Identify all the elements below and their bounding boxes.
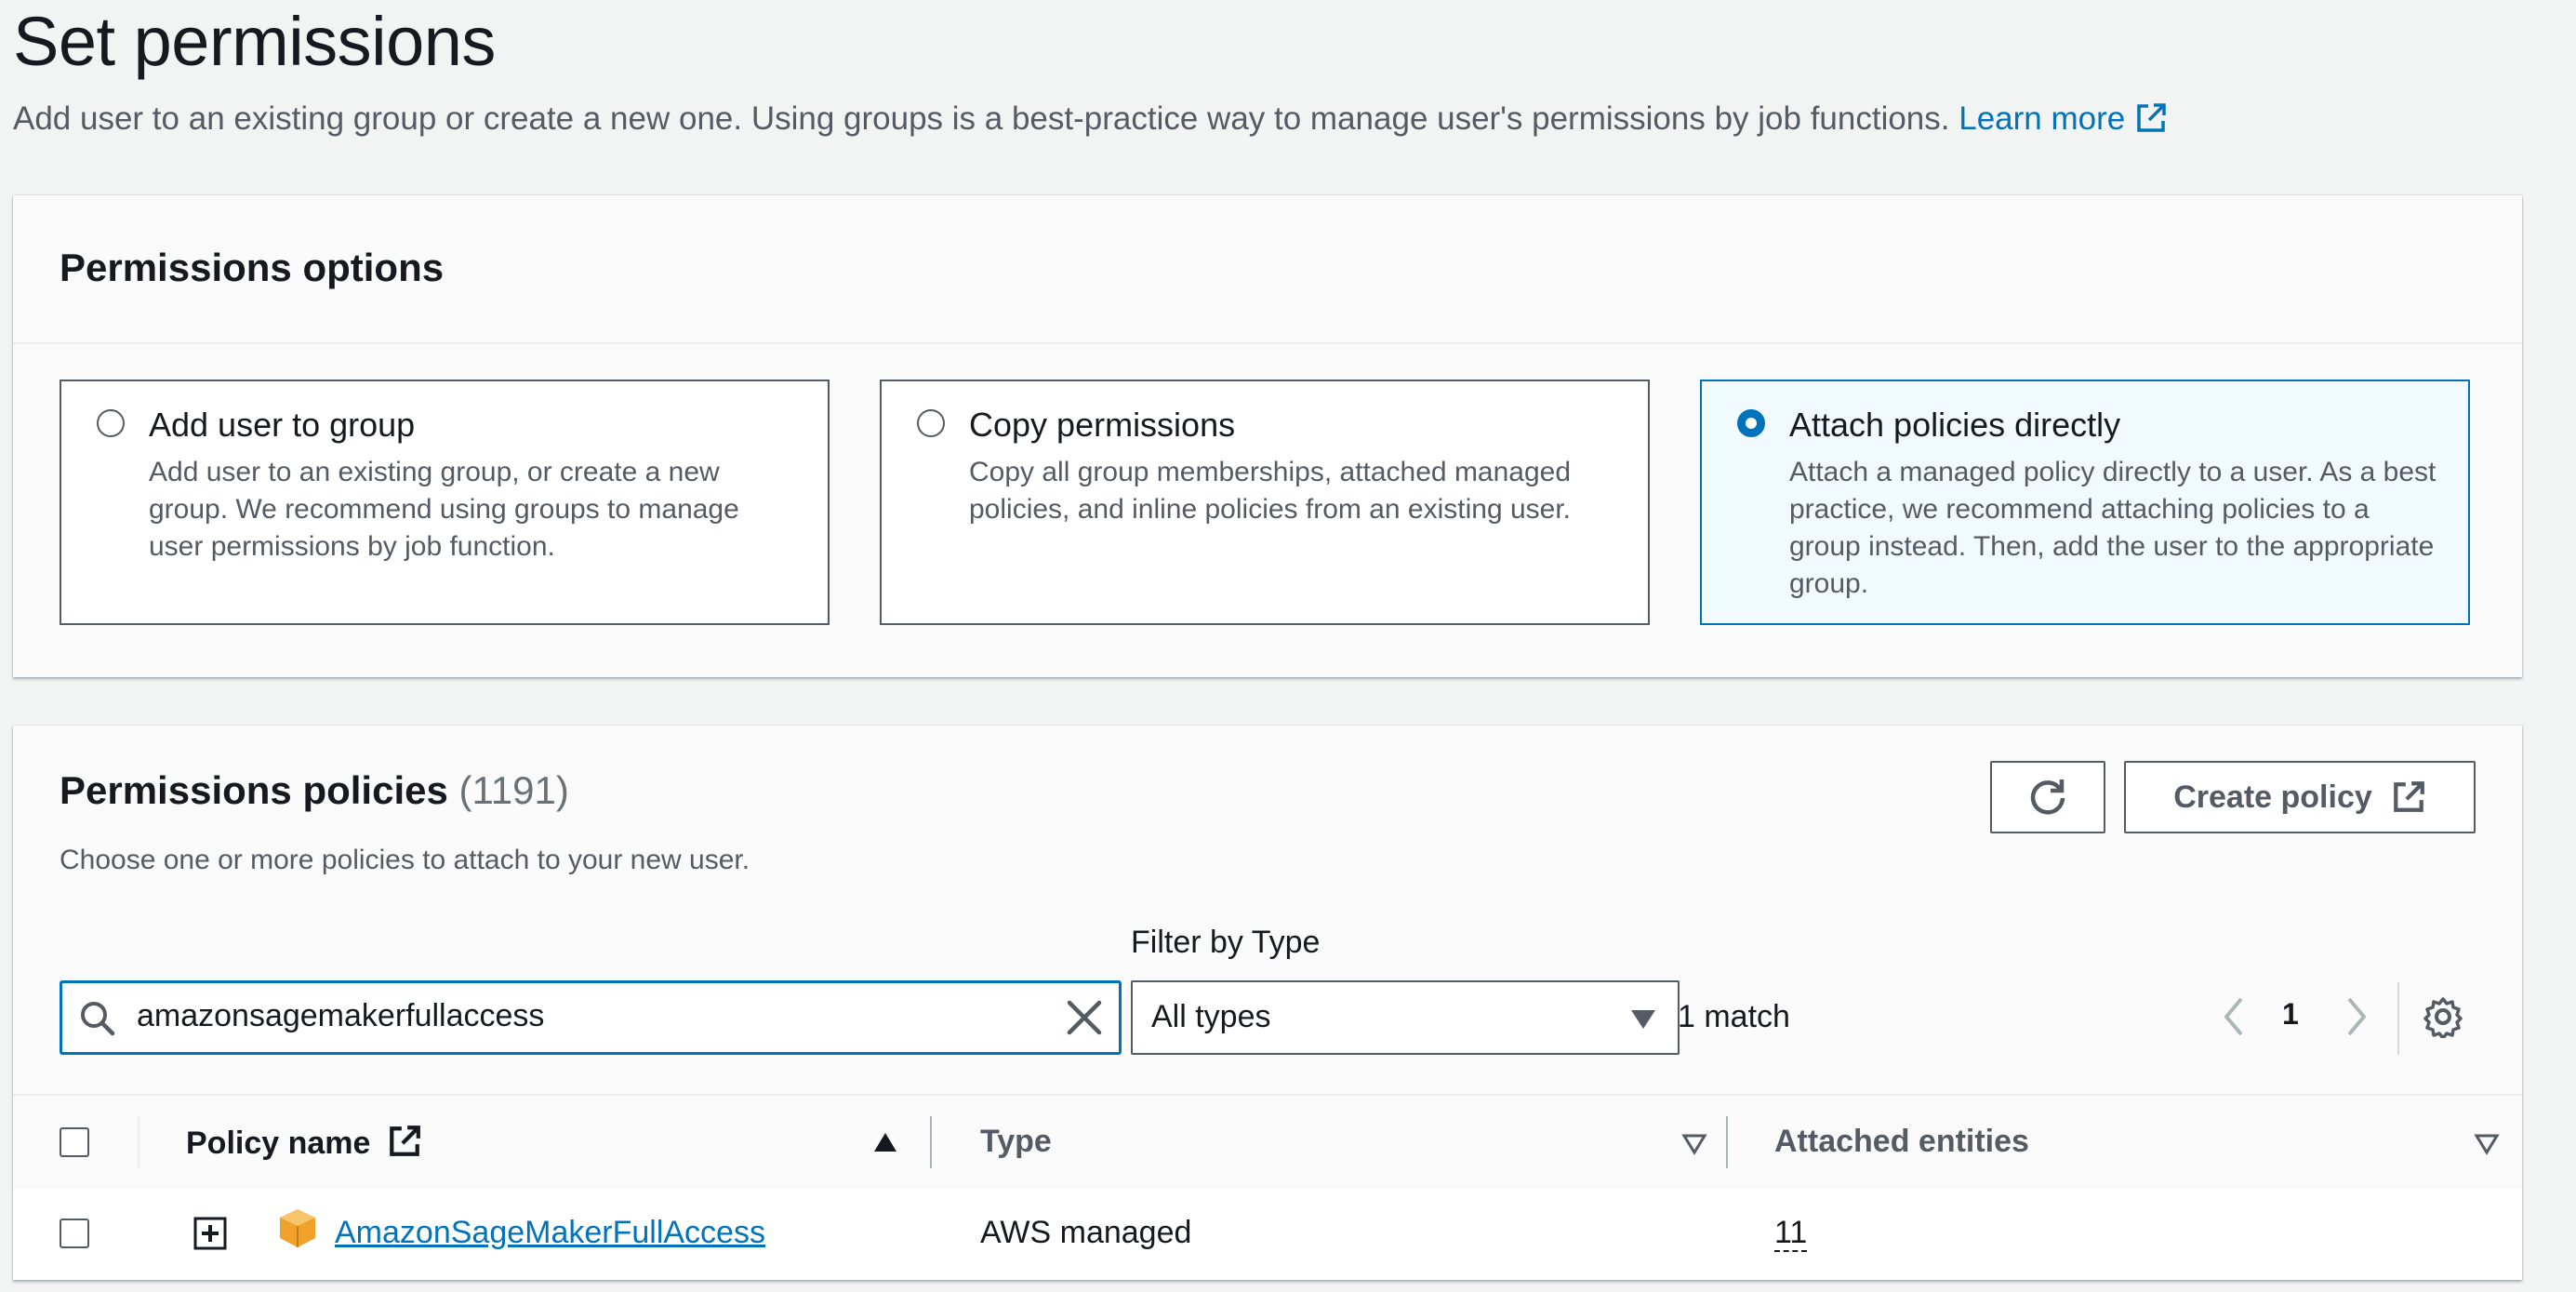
select-all-checkbox[interactable] xyxy=(60,1127,89,1157)
row-checkbox[interactable] xyxy=(60,1219,89,1248)
pager-divider xyxy=(2397,982,2399,1055)
policy-type: AWS managed xyxy=(980,1215,1192,1250)
search-value: amazonsagemakerfullaccess xyxy=(137,998,545,1033)
aws-policy-icon xyxy=(280,1209,315,1247)
option-add-user-to-group[interactable]: Add user to group Add user to an existin… xyxy=(60,380,830,625)
option-copy-permissions[interactable]: Copy permissions Copy all group membersh… xyxy=(880,380,1650,625)
option-description: Copy all group memberships, attached man… xyxy=(969,457,1572,525)
create-policy-label: Create policy xyxy=(2173,779,2372,815)
column-divider[interactable] xyxy=(1726,1116,1728,1168)
column-header-type[interactable]: Type xyxy=(980,1124,1052,1160)
external-link-icon xyxy=(2137,103,2166,132)
page-description-text: Add user to an existing group or create … xyxy=(13,100,1950,137)
type-filter-select[interactable]: All types xyxy=(1131,980,1680,1055)
permissions-policies-panel: Permissions policies (1191) Choose one o… xyxy=(13,726,2522,1280)
sort-icon[interactable] xyxy=(2474,1133,2500,1155)
permissions-options-header: Permissions options xyxy=(13,195,2522,344)
match-count: 1 match xyxy=(1678,999,1790,1034)
learn-more-link[interactable]: Learn more xyxy=(1959,100,2168,137)
permissions-policies-title: Permissions policies (1191) xyxy=(60,768,569,813)
expand-icon[interactable] xyxy=(193,1217,227,1250)
external-link-icon xyxy=(2393,781,2424,812)
clear-icon[interactable] xyxy=(1065,998,1104,1037)
page-title: Set permissions xyxy=(13,3,496,80)
table-row: AmazonSageMakerFullAccess AWS managed 11 xyxy=(13,1189,2522,1280)
column-divider xyxy=(138,1116,139,1168)
policies-title-text: Permissions policies xyxy=(60,768,448,812)
policy-name-link[interactable]: AmazonSageMakerFullAccess xyxy=(335,1215,765,1251)
attached-entities-count[interactable]: 11 xyxy=(1774,1215,1808,1252)
create-policy-button[interactable]: Create policy xyxy=(2124,761,2476,833)
option-title: Add user to group xyxy=(149,406,416,444)
policy-search-input[interactable]: amazonsagemakerfullaccess xyxy=(60,980,1122,1055)
type-filter-value: All types xyxy=(1151,999,1271,1034)
table-header: Policy name Type Attached entities xyxy=(13,1094,2522,1191)
refresh-icon xyxy=(2030,779,2065,815)
sort-ascending-icon[interactable] xyxy=(872,1131,898,1153)
refresh-button[interactable] xyxy=(1990,761,2105,833)
column-header-attached-entities[interactable]: Attached entities xyxy=(1774,1124,2029,1160)
radio-add-user-to-group[interactable] xyxy=(97,409,125,437)
gear-icon[interactable] xyxy=(2422,995,2464,1038)
radio-copy-permissions[interactable] xyxy=(917,409,945,437)
policies-count: (1191) xyxy=(458,768,569,812)
option-attach-policies-directly[interactable]: Attach policies directly Attach a manage… xyxy=(1700,380,2470,625)
option-title: Copy permissions xyxy=(969,406,1236,444)
next-page-icon[interactable] xyxy=(2344,995,2370,1038)
page-number[interactable]: 1 xyxy=(2282,997,2299,1032)
caret-down-icon xyxy=(1631,1010,1655,1029)
sort-icon[interactable] xyxy=(1681,1133,1707,1155)
page-description: Add user to an existing group or create … xyxy=(13,100,2168,138)
search-icon xyxy=(81,1002,115,1036)
radio-attach-policies-directly[interactable] xyxy=(1737,409,1765,437)
option-description: Add user to an existing group, or create… xyxy=(149,457,739,562)
option-title: Attach policies directly xyxy=(1789,406,2121,444)
permissions-options-panel: Permissions options Add user to group Ad… xyxy=(13,195,2522,677)
column-header-policy-name[interactable]: Policy name xyxy=(186,1124,422,1162)
option-description: Attach a managed policy directly to a us… xyxy=(1789,457,2437,599)
external-link-icon xyxy=(390,1126,420,1156)
permissions-options-title: Permissions options xyxy=(60,246,445,289)
policy-name-header-label: Policy name xyxy=(186,1126,371,1161)
policies-description: Choose one or more policies to attach to… xyxy=(60,845,750,875)
filter-by-type-label: Filter by Type xyxy=(1131,925,1321,960)
column-divider[interactable] xyxy=(930,1116,932,1168)
previous-page-icon[interactable] xyxy=(2221,995,2247,1038)
